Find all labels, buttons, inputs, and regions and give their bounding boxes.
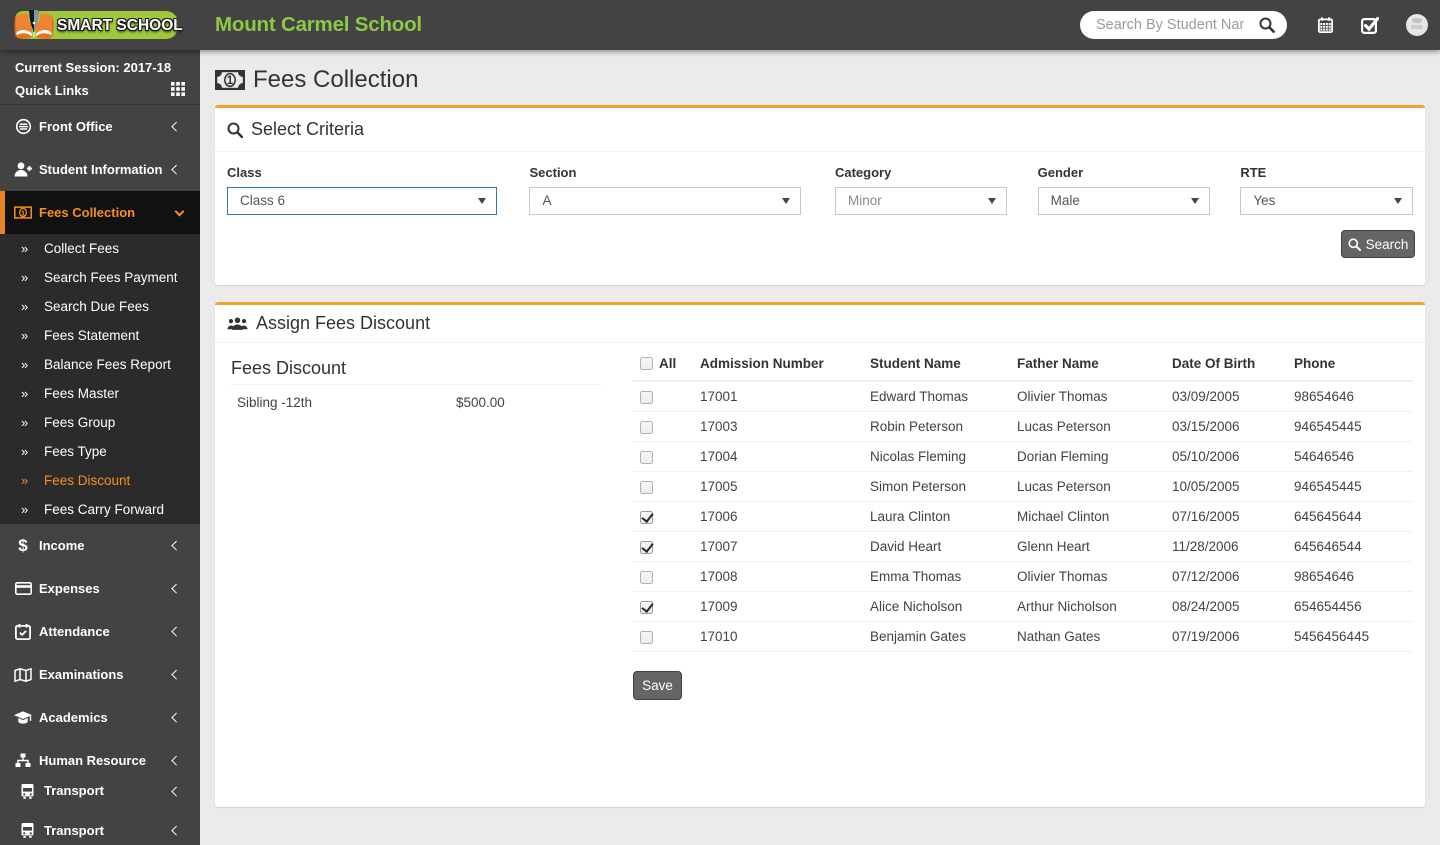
svg-text:1: 1 (21, 208, 25, 217)
svg-text:1: 1 (227, 75, 234, 87)
